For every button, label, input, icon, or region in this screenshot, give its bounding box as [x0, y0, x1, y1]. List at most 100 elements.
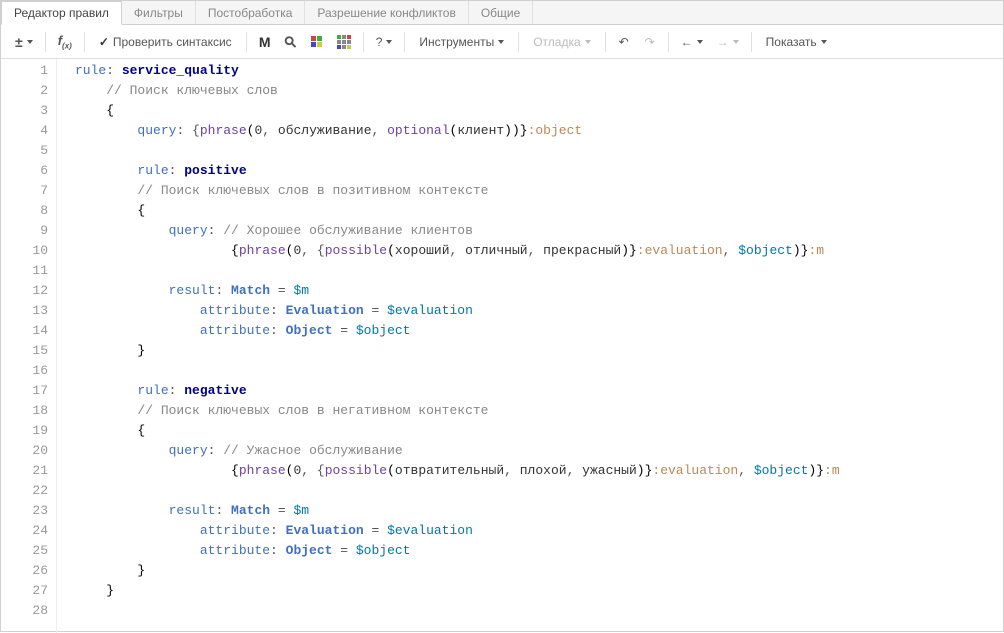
show-dropdown[interactable]: Показать: [758, 30, 835, 54]
line-number: 1: [1, 61, 48, 81]
code-line[interactable]: }: [75, 341, 1003, 361]
tab-2[interactable]: Постобработка: [196, 1, 306, 24]
code-line[interactable]: query: // Ужасное обслуживание: [75, 441, 1003, 461]
back-button[interactable]: ←: [675, 30, 709, 54]
code-line[interactable]: [75, 261, 1003, 281]
line-number: 16: [1, 361, 48, 381]
redo-button[interactable]: ↷: [638, 30, 662, 54]
code-line[interactable]: attribute: Object = $object: [75, 321, 1003, 341]
separator: [84, 32, 85, 52]
color-grid-icon: [311, 36, 322, 47]
line-number: 24: [1, 521, 48, 541]
line-number: 18: [1, 401, 48, 421]
line-number: 22: [1, 481, 48, 501]
tools-dropdown[interactable]: Инструменты: [411, 30, 512, 54]
separator: [751, 32, 752, 52]
redo-icon: ↷: [645, 35, 655, 49]
color-table-button[interactable]: [305, 30, 329, 54]
tools-label: Инструменты: [419, 35, 494, 49]
separator: [605, 32, 606, 52]
code-line[interactable]: // Поиск ключевых слов в негативном конт…: [75, 401, 1003, 421]
fx-button[interactable]: f(x): [52, 30, 78, 54]
separator: [246, 32, 247, 52]
line-number: 13: [1, 301, 48, 321]
line-number: 6: [1, 161, 48, 181]
show-label: Показать: [766, 35, 817, 49]
line-number: 19: [1, 421, 48, 441]
code-line[interactable]: result: Match = $m: [75, 281, 1003, 301]
undo-button[interactable]: ↶: [612, 30, 636, 54]
line-gutter: 1234567891011121314151617181920212223242…: [1, 59, 57, 633]
code-line[interactable]: query: // Хорошее обслуживание клиентов: [75, 221, 1003, 241]
line-number: 14: [1, 321, 48, 341]
check-syntax-button[interactable]: Проверить синтаксис: [91, 30, 240, 54]
line-number: 11: [1, 261, 48, 281]
line-number: 17: [1, 381, 48, 401]
line-number: 4: [1, 121, 48, 141]
code-line[interactable]: }: [75, 581, 1003, 601]
debug-label: Отладка: [533, 35, 580, 49]
tab-4[interactable]: Общие: [469, 1, 533, 24]
line-number: 7: [1, 181, 48, 201]
back-icon: ←: [681, 35, 693, 49]
tab-bar: Редактор правилФильтрыПостобработкаРазре…: [1, 1, 1003, 25]
line-number: 21: [1, 461, 48, 481]
code-line[interactable]: result: Match = $m: [75, 501, 1003, 521]
code-line[interactable]: {phrase(0, {possible(отвратительный, пло…: [75, 461, 1003, 481]
code-line[interactable]: query: {phrase(0, обслуживание, optional…: [75, 121, 1003, 141]
code-area[interactable]: rule: service_quality // Поиск ключевых …: [57, 59, 1003, 633]
code-line[interactable]: attribute: Evaluation = $evaluation: [75, 301, 1003, 321]
code-line[interactable]: {: [75, 201, 1003, 221]
line-number: 15: [1, 341, 48, 361]
code-line[interactable]: [75, 481, 1003, 501]
toolbar: ± f(x) Проверить синтаксис M ? Инструмен…: [1, 25, 1003, 59]
forward-button[interactable]: →: [711, 30, 745, 54]
separator: [668, 32, 669, 52]
code-line[interactable]: {phrase(0, {possible(хороший, отличный, …: [75, 241, 1003, 261]
debug-dropdown[interactable]: Отладка: [525, 30, 598, 54]
line-number: 28: [1, 601, 48, 621]
code-line[interactable]: [75, 141, 1003, 161]
code-line[interactable]: }: [75, 561, 1003, 581]
code-line[interactable]: rule: negative: [75, 381, 1003, 401]
code-line[interactable]: // Поиск ключевых слов в позитивном конт…: [75, 181, 1003, 201]
forward-icon: →: [717, 35, 729, 49]
check-syntax-label: Проверить синтаксис: [113, 35, 232, 49]
palette-button[interactable]: [331, 30, 357, 54]
line-number: 5: [1, 141, 48, 161]
separator: [518, 32, 519, 52]
find-button[interactable]: [279, 30, 303, 54]
code-line[interactable]: {: [75, 421, 1003, 441]
code-line[interactable]: rule: service_quality: [75, 61, 1003, 81]
line-number: 3: [1, 101, 48, 121]
line-number: 23: [1, 501, 48, 521]
code-line[interactable]: attribute: Object = $object: [75, 541, 1003, 561]
code-line[interactable]: rule: positive: [75, 161, 1003, 181]
tab-3[interactable]: Разрешение конфликтов: [305, 1, 468, 24]
indent-button[interactable]: ±: [9, 30, 39, 54]
separator: [404, 32, 405, 52]
code-line[interactable]: [75, 361, 1003, 381]
code-editor[interactable]: 1234567891011121314151617181920212223242…: [1, 59, 1003, 633]
line-number: 27: [1, 581, 48, 601]
tab-0[interactable]: Редактор правил: [1, 1, 122, 25]
line-number: 10: [1, 241, 48, 261]
help-label: ?: [376, 35, 383, 49]
match-button[interactable]: M: [253, 30, 277, 54]
line-number: 9: [1, 221, 48, 241]
separator: [363, 32, 364, 52]
code-line[interactable]: attribute: Evaluation = $evaluation: [75, 521, 1003, 541]
code-line[interactable]: [75, 601, 1003, 621]
line-number: 26: [1, 561, 48, 581]
palette-icon: [337, 35, 351, 49]
code-line[interactable]: {: [75, 101, 1003, 121]
tab-1[interactable]: Фильтры: [122, 1, 196, 24]
code-line[interactable]: // Поиск ключевых слов: [75, 81, 1003, 101]
line-number: 12: [1, 281, 48, 301]
undo-icon: ↶: [619, 35, 629, 49]
line-number: 25: [1, 541, 48, 561]
help-button[interactable]: ?: [370, 30, 399, 54]
search-icon: [285, 33, 296, 51]
separator: [45, 32, 46, 52]
line-number: 2: [1, 81, 48, 101]
